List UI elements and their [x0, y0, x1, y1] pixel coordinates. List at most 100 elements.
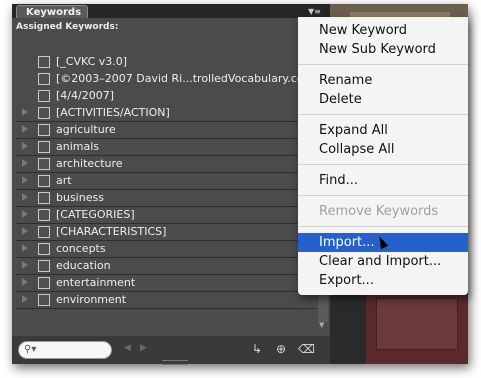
keyword-row[interactable]: [_CVKC v3.0] — [16, 54, 316, 70]
keyword-checkbox[interactable] — [38, 260, 50, 272]
disclosure-triangle-icon[interactable] — [22, 295, 28, 303]
disclosure-triangle-icon[interactable] — [22, 244, 28, 252]
keyword-row[interactable]: concepts — [16, 241, 316, 258]
keyword-row[interactable]: [ACTIVITIES/ACTION] — [16, 105, 316, 122]
disclosure-triangle-icon[interactable] — [22, 142, 28, 150]
keyword-checkbox[interactable] — [38, 243, 50, 255]
disclosure-triangle-icon[interactable] — [22, 210, 28, 218]
keyword-label: [CHARACTERISTICS] — [56, 225, 167, 238]
keyword-row[interactable]: [CATEGORIES] — [16, 207, 316, 224]
keyword-checkbox[interactable] — [38, 90, 50, 102]
menu-item-label: Collapse All — [319, 142, 395, 157]
menu-separator — [298, 226, 468, 227]
keyword-row[interactable]: business — [16, 190, 316, 207]
keywords-panel: Assigned Keywords: [_CVKC v3.0] [©2003–20… — [12, 18, 330, 365]
keyword-label: [©2003–2007 David Ri...trolledVocabulary… — [56, 72, 304, 85]
menu-item-label: Export... — [319, 273, 374, 288]
menu-item-label: Import... — [319, 235, 375, 250]
keyword-label: architecture — [56, 157, 123, 170]
keyword-label: art — [56, 174, 72, 187]
menu-item-label: New Keyword — [319, 23, 408, 38]
keyword-label: agriculture — [56, 123, 116, 136]
keyword-label: [_CVKC v3.0] — [56, 55, 128, 68]
menu-item-label: Find... — [319, 173, 359, 188]
menu-clear-and-import[interactable]: Clear and Import... — [298, 252, 468, 271]
new-keyword-icon[interactable]: ⊕ — [274, 342, 288, 356]
keyword-label: environment — [56, 293, 127, 306]
menu-new-keyword[interactable]: New Keyword — [298, 21, 468, 40]
keyword-checkbox[interactable] — [38, 175, 50, 187]
keyword-label: business — [56, 191, 104, 204]
panel-tab-bar: Keywords ▼≡ — [12, 4, 330, 19]
keyword-row[interactable]: [CHARACTERISTICS] — [16, 224, 316, 241]
keyword-checkbox[interactable] — [38, 73, 50, 85]
keyword-label: animals — [56, 140, 100, 153]
menu-separator — [298, 114, 468, 115]
search-input[interactable]: ⚲▾ — [18, 341, 112, 359]
disclosure-triangle-icon[interactable] — [22, 278, 28, 286]
keyword-row[interactable]: environment — [16, 292, 316, 309]
menu-collapse-all[interactable]: Collapse All — [298, 140, 468, 159]
menu-new-sub-keyword[interactable]: New Sub Keyword — [298, 40, 468, 59]
keyword-checkbox[interactable] — [38, 56, 50, 68]
menu-rename[interactable]: Rename — [298, 71, 468, 90]
keyword-row[interactable]: animals — [16, 139, 316, 156]
keyword-checkbox[interactable] — [38, 277, 50, 289]
keyword-checkbox[interactable] — [38, 124, 50, 136]
panel-menu-icon[interactable]: ▼≡ — [308, 7, 321, 17]
menu-item-label: Delete — [319, 92, 362, 107]
disclosure-triangle-icon[interactable] — [22, 159, 28, 167]
keyword-list: [_CVKC v3.0] [©2003–2007 David Ri...troll… — [16, 54, 316, 324]
keyword-row[interactable]: [4/4/2007] — [16, 88, 316, 104]
menu-item-label: Expand All — [319, 123, 388, 138]
menu-separator — [298, 64, 468, 65]
menu-expand-all[interactable]: Expand All — [298, 121, 468, 140]
disclosure-triangle-icon[interactable] — [22, 227, 28, 235]
tab-keywords[interactable]: Keywords — [16, 5, 88, 19]
disclosure-triangle-icon[interactable] — [22, 125, 28, 133]
keyword-row[interactable]: art — [16, 173, 316, 190]
disclosure-triangle-icon[interactable] — [22, 261, 28, 269]
menu-separator — [298, 195, 468, 196]
keyword-label: [ACTIVITIES/ACTION] — [56, 106, 170, 119]
scroll-down-icon[interactable]: ▼ — [319, 321, 327, 329]
menu-remove-keywords: Remove Keywords — [298, 202, 468, 221]
resize-grip[interactable] — [162, 360, 188, 365]
new-sub-keyword-icon[interactable]: ↳ — [250, 342, 264, 356]
photo-detail — [376, 298, 458, 350]
keyword-row[interactable]: architecture — [16, 156, 316, 173]
keyword-label: entertainment — [56, 276, 136, 289]
keyword-row[interactable]: agriculture — [16, 122, 316, 139]
menu-item-label: Rename — [319, 73, 373, 88]
keyword-label: [4/4/2007] — [56, 89, 114, 102]
keyword-checkbox[interactable] — [38, 209, 50, 221]
disclosure-triangle-icon[interactable] — [22, 193, 28, 201]
panel-context-menu: New Keyword New Sub Keyword Rename Delet… — [298, 17, 468, 295]
menu-item-label: Clear and Import... — [319, 254, 442, 269]
disclosure-triangle-icon[interactable] — [22, 176, 28, 184]
menu-find[interactable]: Find... — [298, 171, 468, 190]
keyword-row[interactable]: [©2003–2007 David Ri...trolledVocabulary… — [16, 71, 316, 87]
menu-separator — [298, 164, 468, 165]
menu-item-label: New Sub Keyword — [319, 42, 436, 57]
keyword-checkbox[interactable] — [38, 158, 50, 170]
next-result-icon[interactable]: ▶ — [140, 343, 147, 353]
keyword-checkbox[interactable] — [38, 226, 50, 238]
keyword-row[interactable]: entertainment — [16, 275, 316, 292]
search-icon: ⚲▾ — [24, 344, 37, 355]
keyword-checkbox[interactable] — [38, 141, 50, 153]
panel-bottom-bar: ⚲▾ ◀ ▶ ↳ ⊕ ⌫ — [12, 336, 330, 365]
previous-result-icon[interactable]: ◀ — [124, 343, 131, 353]
menu-delete[interactable]: Delete — [298, 90, 468, 109]
disclosure-triangle-icon[interactable] — [22, 108, 28, 116]
keyword-checkbox[interactable] — [38, 107, 50, 119]
trash-icon[interactable]: ⌫ — [298, 342, 315, 356]
keyword-checkbox[interactable] — [38, 192, 50, 204]
menu-item-label: Remove Keywords — [319, 204, 439, 219]
assigned-keywords-label: Assigned Keywords: — [16, 22, 119, 32]
keyword-label: [CATEGORIES] — [56, 208, 135, 221]
keyword-checkbox[interactable] — [38, 294, 50, 306]
menu-export[interactable]: Export... — [298, 271, 468, 290]
keyword-label: education — [56, 259, 111, 272]
keyword-row[interactable]: education — [16, 258, 316, 275]
